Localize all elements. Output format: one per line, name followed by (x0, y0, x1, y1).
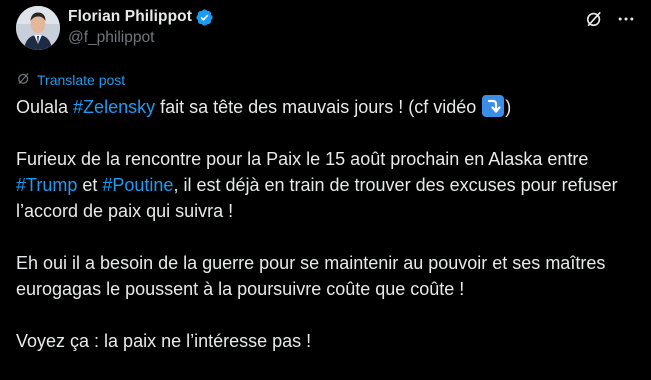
hashtag-trump[interactable]: #Trump (16, 175, 77, 195)
post-paragraph-4: Voyez ça : la paix ne l’intéresse pas ! (16, 331, 312, 351)
post-paragraph-3: Eh oui il a besoin de la guerre pour se … (16, 253, 606, 299)
text-segment: et (77, 175, 103, 195)
text-segment: Furieux de la rencontre pour la Paix le … (16, 149, 589, 169)
right-arrow-curving-down-icon (482, 95, 505, 117)
author-handle[interactable]: @f_philippot (68, 29, 214, 47)
post-paragraph-2: Furieux de la rencontre pour la Paix le … (16, 146, 638, 224)
avatar[interactable] (16, 6, 60, 50)
name-row: Florian Philippot (68, 7, 214, 27)
hashtag-zelensky[interactable]: #Zelensky (73, 97, 155, 117)
text-segment: ) (505, 97, 512, 117)
post-actions (583, 8, 637, 30)
translate-post-link[interactable]: Translate post (16, 71, 125, 89)
author-block: Florian Philippot @f_philippot (68, 7, 214, 47)
grok-icon[interactable] (583, 8, 605, 30)
hashtag-poutine[interactable]: #Poutine (102, 175, 173, 195)
post-text: Oulala #Zelensky fait sa tête des mauvai… (16, 94, 638, 380)
avatar-image (16, 6, 60, 50)
translate-label: Translate post (37, 72, 126, 88)
translate-icon (16, 71, 31, 89)
text-segment: Oulala (16, 97, 74, 117)
post-card: Florian Philippot @f_philippot Translate… (0, 0, 651, 365)
more-options-icon[interactable] (615, 8, 637, 30)
author-display-name[interactable]: Florian Philippot (68, 8, 192, 26)
verified-badge-icon[interactable] (195, 8, 214, 27)
post-paragraph-1: Oulala #Zelensky fait sa tête des mauvai… (16, 94, 638, 120)
text-segment: fait sa tête des mauvais jours ! (cf vid… (155, 97, 482, 117)
